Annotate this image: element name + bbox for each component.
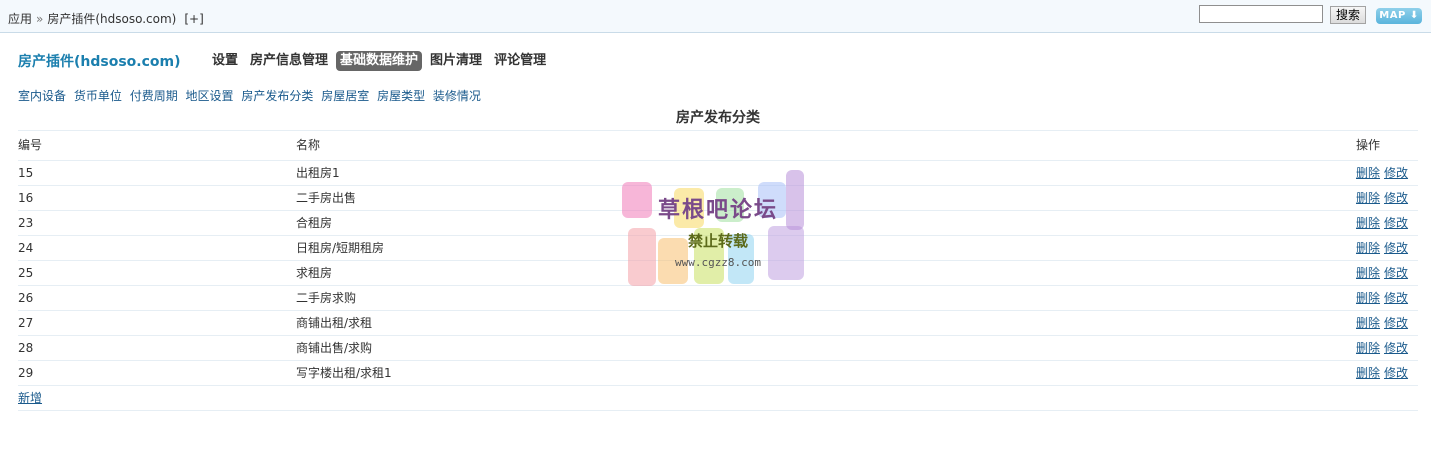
top-bar: 应用 » 房产插件(hdsoso.com) [+] 搜索 MAP ⬇	[0, 0, 1431, 33]
plugin-title: 房产插件(hdsoso.com)	[18, 54, 181, 70]
edit-link[interactable]: 修改	[1384, 166, 1408, 180]
row-actions: 删除 修改	[1356, 261, 1408, 285]
edit-link[interactable]: 修改	[1384, 291, 1408, 305]
edit-link[interactable]: 修改	[1384, 241, 1408, 255]
tab-settings[interactable]: 设置	[208, 51, 242, 71]
delete-link[interactable]: 删除	[1356, 241, 1380, 255]
table-row: 23 合租房 删除 修改	[18, 210, 1418, 235]
tab-property-info[interactable]: 房产信息管理	[246, 51, 332, 71]
row-actions: 删除 修改	[1356, 236, 1408, 260]
row-actions: 删除 修改	[1356, 361, 1408, 385]
section-title: 房产发布分类	[676, 110, 760, 126]
row-name: 二手房求购	[296, 291, 357, 305]
breadcrumb: 应用 » 房产插件(hdsoso.com) [+]	[8, 10, 204, 27]
row-name: 写字楼出租/求租1	[296, 366, 392, 380]
row-id: 27	[18, 316, 34, 330]
main-nav: 设置 房产信息管理 基础数据维护 图片清理 评论管理	[206, 51, 552, 71]
edit-link[interactable]: 修改	[1384, 341, 1408, 355]
tab-image-cleanup[interactable]: 图片清理	[426, 51, 486, 71]
search-button[interactable]: 搜索	[1330, 6, 1366, 24]
subnav-currency[interactable]: 货币单位	[74, 89, 122, 103]
breadcrumb-item-plugin[interactable]: 房产插件(hdsoso.com)	[47, 12, 176, 26]
delete-link[interactable]: 删除	[1356, 291, 1380, 305]
arrow-down-icon: ⬇	[1409, 10, 1419, 21]
table-row: 26 二手房求购 删除 修改	[18, 285, 1418, 310]
delete-link[interactable]: 删除	[1356, 216, 1380, 230]
breadcrumb-item-app[interactable]: 应用	[8, 12, 32, 26]
header-id: 编号	[18, 138, 43, 152]
table-row: 29 写字楼出租/求租1 删除 修改	[18, 360, 1418, 385]
footer-actions: 新增	[18, 386, 42, 410]
row-actions: 删除 修改	[1356, 311, 1408, 335]
header-name: 名称	[296, 138, 321, 152]
tab-base-data[interactable]: 基础数据维护	[336, 51, 423, 71]
delete-link[interactable]: 删除	[1356, 316, 1380, 330]
table-footer-row: 新增	[18, 385, 1418, 411]
row-name: 商铺出售/求购	[296, 341, 373, 355]
breadcrumb-separator: »	[36, 12, 44, 26]
delete-link[interactable]: 删除	[1356, 341, 1380, 355]
row-actions: 删除 修改	[1356, 286, 1408, 310]
map-button-label: MAP	[1379, 10, 1406, 21]
header-ops: 操作	[1356, 138, 1381, 152]
delete-link[interactable]: 删除	[1356, 166, 1380, 180]
row-id: 26	[18, 291, 34, 305]
subnav-property-type[interactable]: 房屋类型	[377, 89, 425, 103]
edit-link[interactable]: 修改	[1384, 316, 1408, 330]
row-actions: 删除 修改	[1356, 161, 1408, 185]
row-id: 28	[18, 341, 34, 355]
row-name: 出租房1	[296, 166, 340, 180]
row-id: 24	[18, 241, 34, 255]
row-id: 25	[18, 266, 34, 280]
edit-link[interactable]: 修改	[1384, 266, 1408, 280]
row-id: 23	[18, 216, 34, 230]
row-id: 15	[18, 166, 34, 180]
table-row: 15 出租房1 删除 修改	[18, 160, 1418, 185]
row-name: 日租房/短期租房	[296, 241, 385, 255]
add-shortcut-button[interactable]: [+]	[184, 12, 203, 26]
edit-link[interactable]: 修改	[1384, 216, 1408, 230]
tab-comments[interactable]: 评论管理	[490, 51, 550, 71]
delete-link[interactable]: 删除	[1356, 366, 1380, 380]
map-button[interactable]: MAP ⬇	[1376, 8, 1422, 24]
row-name: 合租房	[296, 216, 333, 230]
delete-link[interactable]: 删除	[1356, 191, 1380, 205]
row-id: 16	[18, 191, 34, 205]
delete-link[interactable]: 删除	[1356, 266, 1380, 280]
table-row: 28 商铺出售/求购 删除 修改	[18, 335, 1418, 360]
subnav-payment-cycle[interactable]: 付费周期	[130, 89, 178, 103]
table-row: 16 二手房出售 删除 修改	[18, 185, 1418, 210]
subnav-region[interactable]: 地区设置	[186, 89, 234, 103]
row-actions: 删除 修改	[1356, 336, 1408, 360]
row-name: 求租房	[296, 266, 333, 280]
row-name: 商铺出租/求租	[296, 316, 373, 330]
subnav-indoor-equipment[interactable]: 室内设备	[18, 89, 66, 103]
table-row: 24 日租房/短期租房 删除 修改	[18, 235, 1418, 260]
subnav-listing-category[interactable]: 房产发布分类	[241, 89, 313, 103]
subnav-rooms[interactable]: 房屋居室	[321, 89, 369, 103]
search-input[interactable]	[1199, 5, 1323, 23]
edit-link[interactable]: 修改	[1384, 366, 1408, 380]
table-row: 27 商铺出租/求租 删除 修改	[18, 310, 1418, 335]
row-actions: 删除 修改	[1356, 211, 1408, 235]
table-header-row: 编号 名称 操作	[18, 130, 1418, 160]
edit-link[interactable]: 修改	[1384, 191, 1408, 205]
table-row: 25 求租房 删除 修改	[18, 260, 1418, 285]
sub-nav: 室内设备 货币单位 付费周期 地区设置 房产发布分类 房屋居室 房屋类型 装修情…	[18, 87, 485, 104]
row-name: 二手房出售	[296, 191, 357, 205]
row-actions: 删除 修改	[1356, 186, 1408, 210]
category-table: 编号 名称 操作 15 出租房1 删除 修改 16 二手房出售 删除 修改 23 合…	[18, 130, 1418, 411]
add-new-link[interactable]: 新增	[18, 391, 42, 405]
row-id: 29	[18, 366, 34, 380]
subnav-decoration[interactable]: 装修情况	[433, 89, 481, 103]
